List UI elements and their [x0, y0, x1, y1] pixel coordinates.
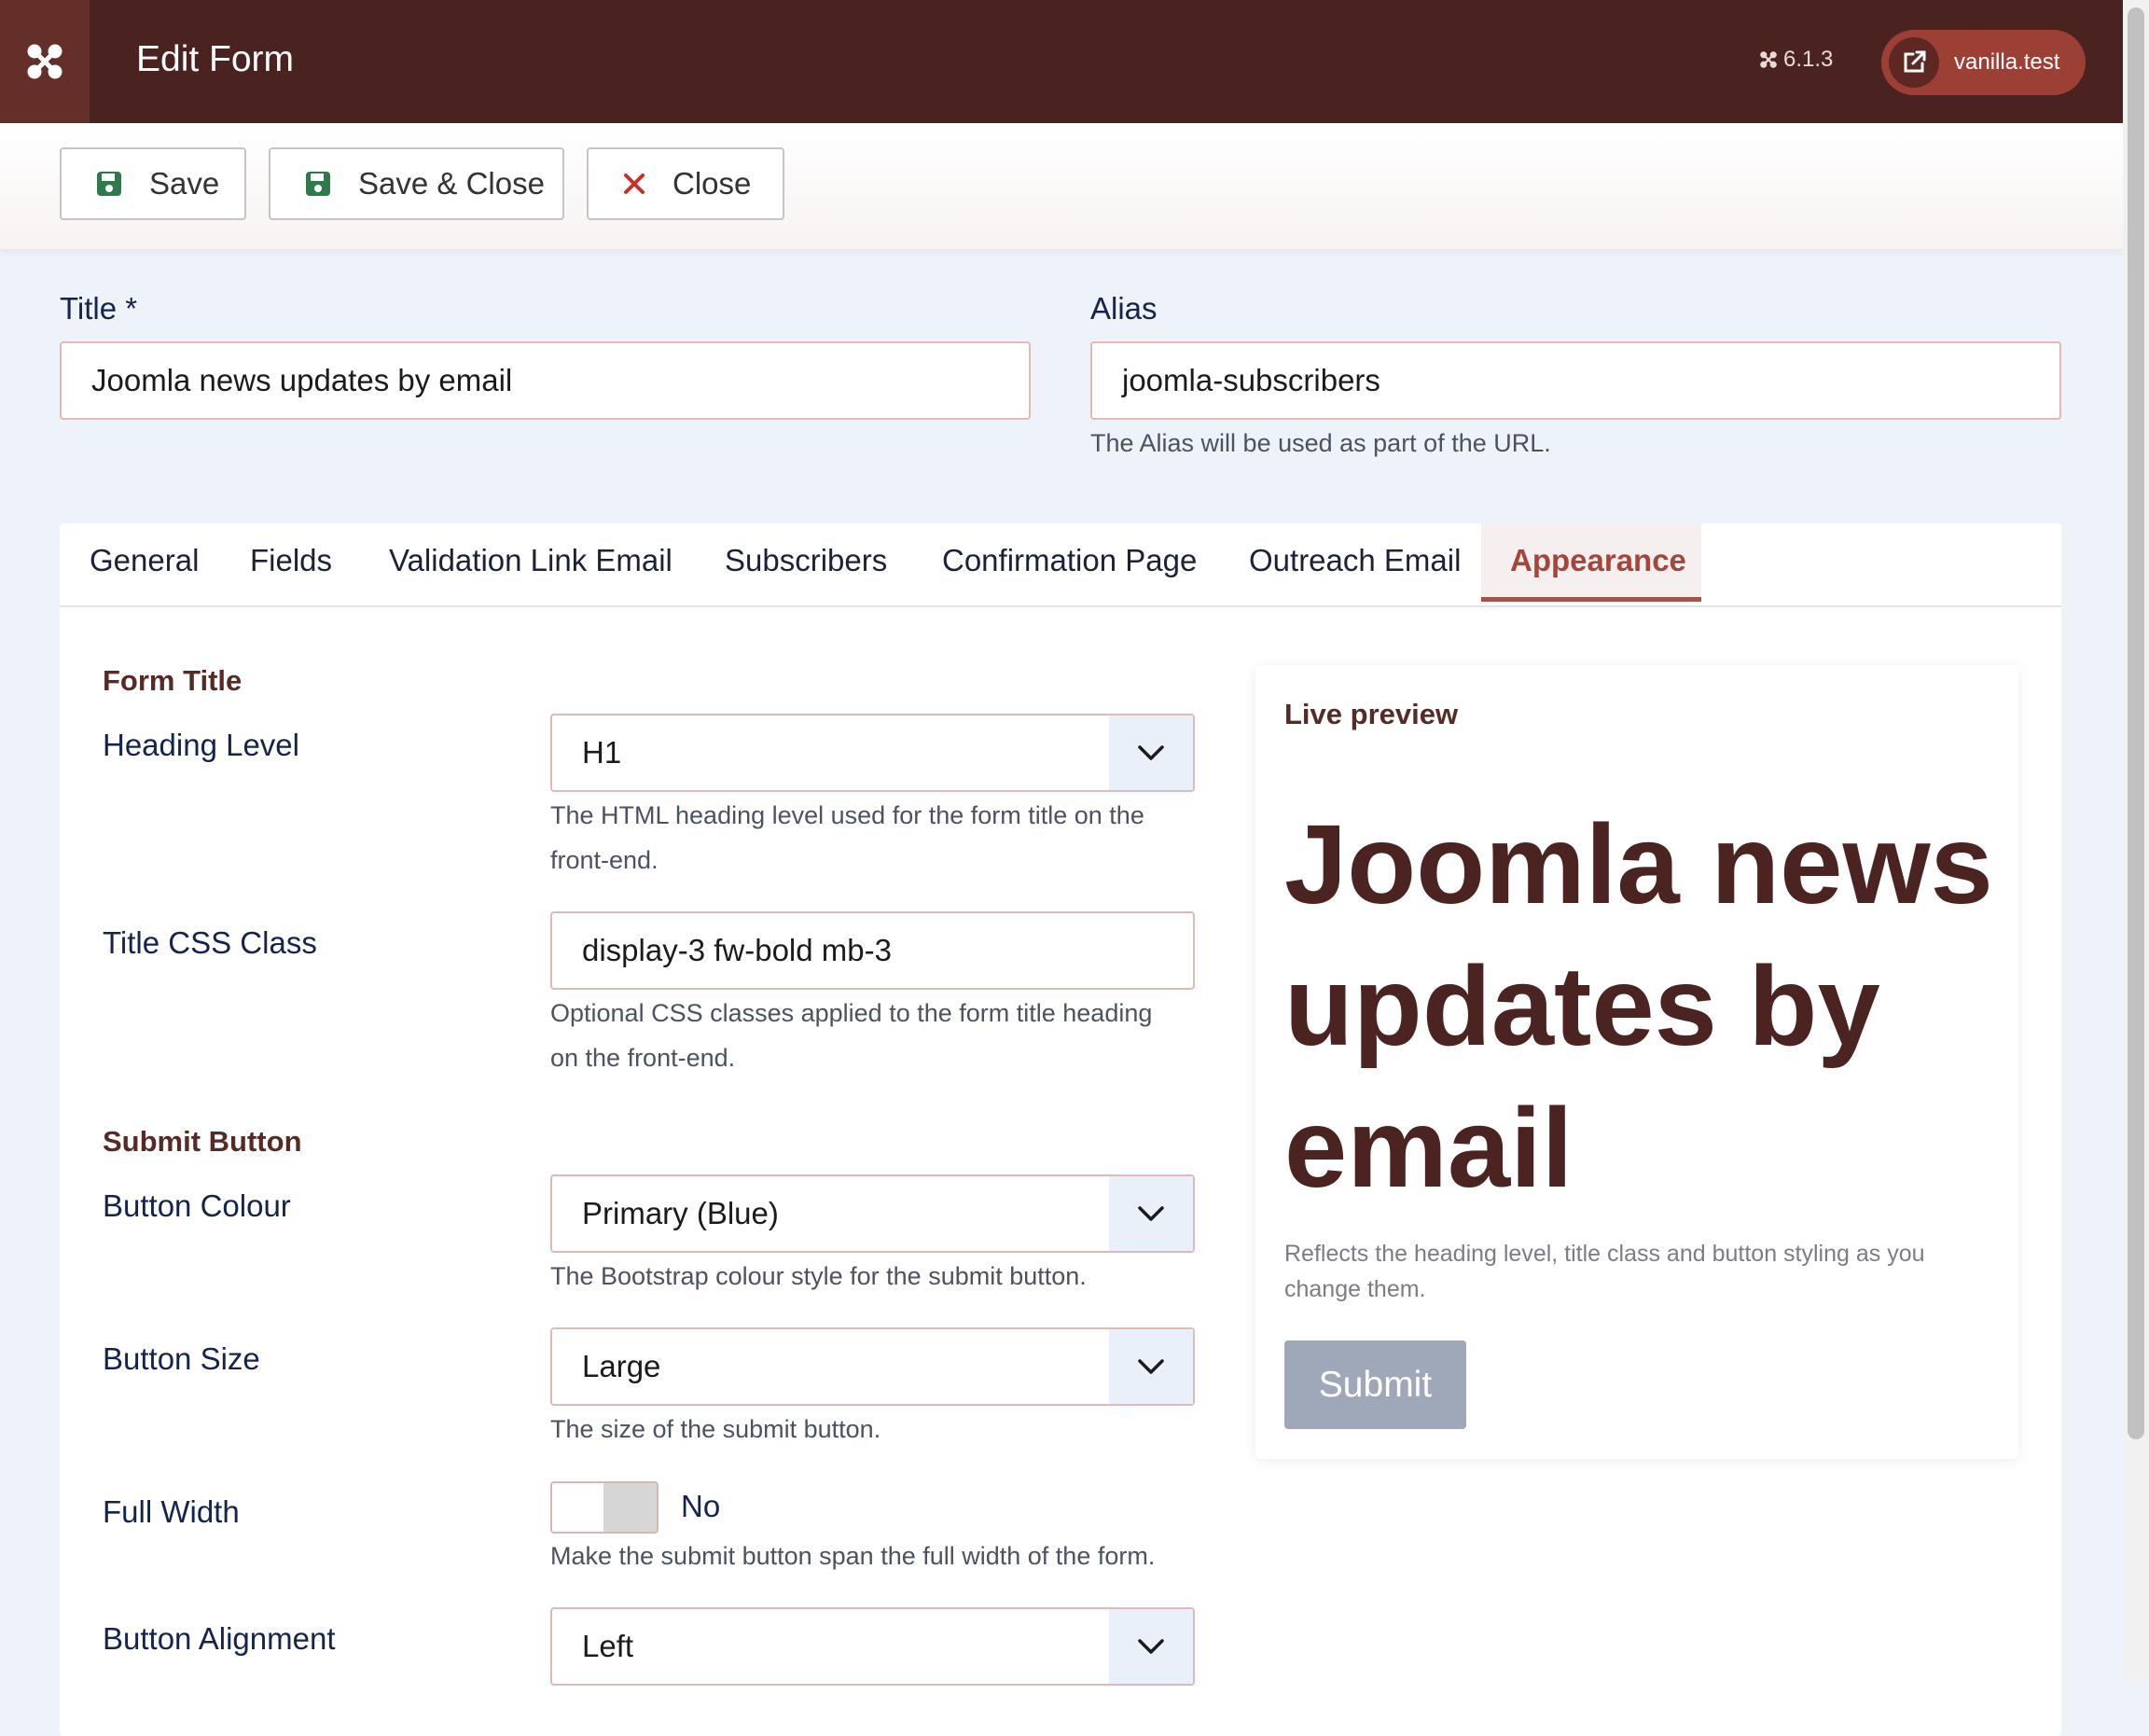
- button-colour-hint: The Bootstrap colour style for the submi…: [550, 1262, 1087, 1290]
- save-close-label: Save & Close: [358, 166, 545, 201]
- preview-heading-line3: email: [1284, 1084, 1574, 1211]
- floppy-disk-icon: [304, 170, 332, 198]
- close-label: Close: [672, 166, 752, 201]
- version-text: 6.1.3: [1783, 47, 1834, 72]
- live-preview-label: Live preview: [1284, 698, 1459, 730]
- tab-outreach-email[interactable]: Outreach Email: [1249, 543, 1461, 578]
- full-width-hint: Make the submit button span the full wid…: [550, 1542, 1156, 1570]
- tab-appearance[interactable]: Appearance: [1510, 543, 1686, 578]
- button-size-label: Button Size: [103, 1341, 260, 1376]
- preview-heading-line1: Joomla news: [1284, 800, 1993, 927]
- tab-fields[interactable]: Fields: [250, 543, 332, 578]
- title-css-label: Title CSS Class: [103, 925, 317, 960]
- button-colour-label: Button Colour: [103, 1188, 291, 1223]
- floppy-disk-icon: [95, 170, 123, 198]
- section-form-title: Form Title: [103, 664, 243, 697]
- section-submit-button: Submit Button: [103, 1125, 302, 1158]
- save-close-button[interactable]: Save & Close: [269, 147, 564, 220]
- full-width-value: No: [681, 1489, 721, 1523]
- preview-heading-line2: updates by: [1284, 942, 1880, 1069]
- heading-level-hint-line2: front-end.: [550, 846, 659, 874]
- preview-description: Reflects the heading level, title class …: [1284, 1236, 1975, 1307]
- chevron-down-icon: [1109, 715, 1193, 790]
- page-title: Edit Form: [136, 39, 295, 79]
- title-css-hint-line2: on the front-end.: [550, 1044, 736, 1072]
- title-label: Title *: [60, 291, 138, 326]
- title-css-hint-line1: Optional CSS classes applied to the form…: [550, 999, 1153, 1027]
- full-width-toggle[interactable]: [550, 1481, 659, 1534]
- save-button[interactable]: Save: [60, 147, 246, 220]
- preview-heading: Joomla news updates by email: [1284, 793, 2003, 1218]
- heading-level-value: H1: [582, 735, 622, 770]
- preview-description-line1: Reflects the heading level, title class …: [1284, 1241, 1925, 1267]
- heading-level-hint: The HTML heading level used for the form…: [550, 793, 1144, 882]
- joomla-logo-icon: [1760, 51, 1777, 68]
- button-alignment-label: Button Alignment: [103, 1621, 336, 1656]
- button-alignment-select[interactable]: Left: [550, 1607, 1195, 1686]
- button-size-value: Large: [582, 1349, 661, 1383]
- joomla-logo-icon: [27, 44, 62, 79]
- close-x-icon: [622, 172, 646, 196]
- toggle-knob: [603, 1483, 657, 1532]
- button-alignment-value: Left: [582, 1629, 634, 1663]
- chevron-down-icon: [1109, 1609, 1193, 1684]
- title-css-input[interactable]: display-3 fw-bold mb-3: [550, 911, 1195, 990]
- scrollbar-thumb[interactable]: [2128, 7, 2144, 1439]
- chevron-down-icon: [1109, 1329, 1193, 1404]
- tab-validation-link-email[interactable]: Validation Link Email: [389, 543, 672, 578]
- alias-input[interactable]: joomla-subscribers: [1090, 341, 2061, 420]
- tab-subscribers[interactable]: Subscribers: [725, 543, 887, 578]
- site-link-label: vanilla.test: [1954, 49, 2060, 75]
- full-width-label: Full Width: [103, 1494, 240, 1529]
- save-label: Save: [149, 166, 220, 201]
- tab-confirmation-page[interactable]: Confirmation Page: [942, 543, 1197, 578]
- tab-general[interactable]: General: [90, 543, 199, 578]
- alias-label: Alias: [1090, 291, 1158, 326]
- title-input[interactable]: Joomla news updates by email: [60, 341, 1031, 420]
- title-css-hint: Optional CSS classes applied to the form…: [550, 991, 1152, 1080]
- preview-description-line2: change them.: [1284, 1276, 1426, 1302]
- button-size-hint: The size of the submit button.: [550, 1415, 881, 1443]
- joomla-logo[interactable]: [0, 0, 90, 123]
- heading-level-label: Heading Level: [103, 728, 299, 762]
- chevron-down-icon: [1109, 1176, 1193, 1251]
- button-size-select[interactable]: Large: [550, 1327, 1195, 1406]
- heading-level-select[interactable]: H1: [550, 714, 1195, 792]
- external-link-icon: [1889, 37, 1939, 88]
- preview-submit-button[interactable]: Submit: [1284, 1340, 1466, 1429]
- site-link-button[interactable]: vanilla.test: [1881, 30, 2086, 95]
- title-css-value: display-3 fw-bold mb-3: [582, 933, 892, 967]
- button-colour-value: Primary (Blue): [582, 1196, 779, 1230]
- button-colour-select[interactable]: Primary (Blue): [550, 1174, 1195, 1253]
- version-badge: 6.1.3: [1759, 47, 1833, 73]
- heading-level-hint-line1: The HTML heading level used for the form…: [550, 801, 1144, 829]
- active-tab-indicator: [1481, 597, 1701, 602]
- close-button[interactable]: Close: [587, 147, 784, 220]
- alias-hint: The Alias will be used as part of the UR…: [1090, 429, 1551, 457]
